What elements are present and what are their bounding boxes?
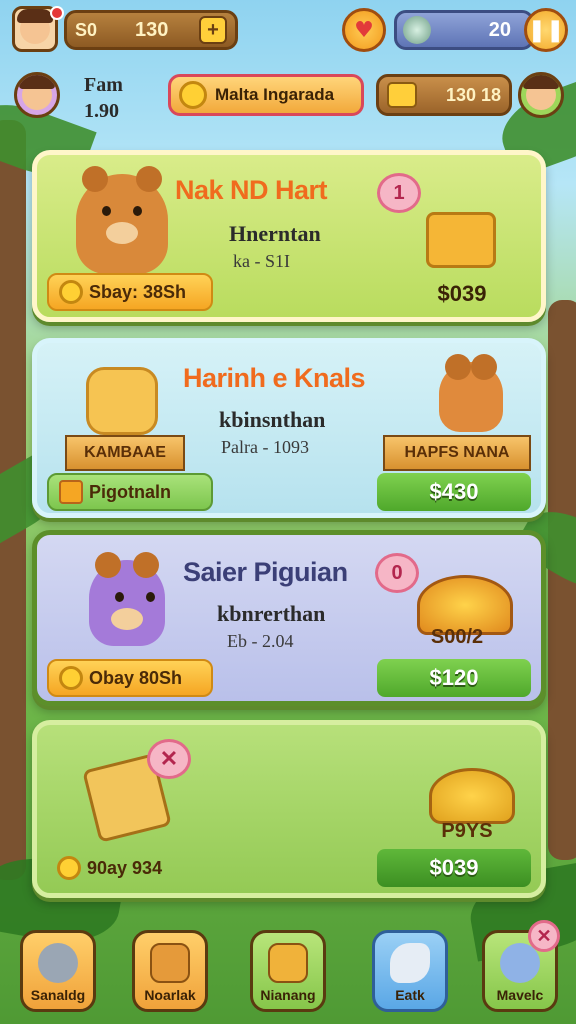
card-subtitle: Hnerntan: [229, 221, 321, 246]
shop-name-banner[interactable]: Malta Ingarada: [168, 74, 364, 116]
card-title: Harinh e Knals: [183, 363, 366, 393]
gem-icon: [403, 16, 431, 44]
nav-label: Eatk: [395, 987, 425, 1003]
mouse-character-art: [431, 354, 511, 437]
notification-dot: [50, 6, 64, 20]
flag-icon: [390, 943, 430, 983]
bell-icon: [38, 943, 78, 983]
price-button[interactable]: $430: [377, 473, 531, 511]
card-subtitle: kbinsnthan: [219, 407, 326, 432]
smile-coin-icon: [179, 81, 207, 109]
box-icon: [150, 943, 190, 983]
player-name: Fam: [84, 74, 123, 96]
card-meta: Palra - 1093: [221, 437, 309, 457]
player-value: 1.90: [84, 100, 119, 122]
nav-button-nianang[interactable]: Nianang: [250, 930, 326, 1012]
card-badge: 1: [377, 173, 421, 213]
offer-card-3[interactable]: Saier Piguian 0 kbnrerthan Eb - 2.04 S00…: [32, 530, 546, 706]
gift-icon: [59, 480, 83, 504]
chest-icon: [268, 943, 308, 983]
coin-counter: S0 130 +: [64, 10, 238, 50]
offer-card-2[interactable]: KAMBAAE Harinh e Knals kbinsnthan Palra …: [32, 338, 546, 518]
gift-basket-icon: [421, 181, 501, 269]
buy-tag[interactable]: 90ay 934: [47, 849, 197, 887]
bear-character-art: [67, 166, 177, 279]
card-meta: ka - S1I: [233, 251, 290, 271]
buy-label: Sbay: 38Sh: [89, 281, 187, 302]
plus-icon[interactable]: +: [199, 16, 227, 44]
offer-card-4[interactable]: ✕ P9YS 90ay 934 $039: [32, 720, 546, 898]
chest-counter: 130 18: [376, 74, 512, 116]
friend-avatar-left[interactable]: [14, 72, 60, 118]
nav-label: Mavelc: [496, 987, 544, 1003]
gem-counter: 20: [394, 10, 534, 50]
close-icon[interactable]: ✕: [147, 739, 191, 779]
gem-value: 20: [488, 18, 511, 41]
left-ribbon: KAMBAAE: [65, 435, 185, 471]
card-title: Nak ND Hart: [175, 175, 328, 205]
right-ribbon: HAPFS NANA: [383, 435, 531, 471]
buy-label: 90ay 934: [87, 857, 163, 878]
cat-character-art: [77, 361, 167, 441]
nav-label: Noarlak: [144, 987, 196, 1003]
pause-icon[interactable]: ❚❚: [524, 8, 568, 52]
price-label[interactable]: $039: [397, 275, 527, 313]
buy-tag[interactable]: Pigotnaln: [47, 473, 213, 511]
chest-value: 130 18: [445, 84, 501, 105]
buy-tag[interactable]: Sbay: 38Sh: [47, 273, 213, 311]
coin-label: S0: [75, 19, 98, 40]
price-button[interactable]: $039: [377, 849, 531, 887]
shop-name: Malta Ingarada: [215, 85, 335, 104]
coin-icon: [57, 856, 81, 880]
buy-label: Obay 80Sh: [89, 667, 183, 688]
purple-character-art: [77, 552, 177, 653]
heart-icon[interactable]: ♥: [342, 8, 386, 52]
gold-chest-icon: [387, 82, 417, 108]
offer-card-1[interactable]: Nak ND Hart 1 Hnerntan ka - S1I Sbay: 38…: [32, 150, 546, 322]
nav-label: Nianang: [260, 987, 316, 1003]
nav-button-eatk[interactable]: Eatk: [372, 930, 448, 1012]
nav-button-noarlak[interactable]: Noarlak: [132, 930, 208, 1012]
coin-icon: [59, 280, 83, 304]
reward-label: P9YS: [441, 819, 493, 842]
nav-label: Sanaldg: [30, 987, 86, 1003]
nav-button-sanaldg[interactable]: Sanaldg: [20, 930, 96, 1012]
price-button[interactable]: $120: [377, 659, 531, 697]
card-subtitle: kbnrerthan: [217, 601, 326, 626]
nav-close-icon[interactable]: ✕: [528, 920, 560, 952]
top-bar: S0 130 + ♥ 20 ❚❚ Fam 1.90 Malta Ingarada…: [0, 0, 576, 140]
coin-value: 130: [135, 18, 169, 41]
coin-icon: [59, 666, 83, 690]
buy-tag[interactable]: Obay 80Sh: [47, 659, 213, 697]
card-meta: Eb - 2.04: [227, 631, 294, 651]
friend-avatar-right[interactable]: [518, 72, 564, 118]
card-title: Saier Piguian: [183, 557, 348, 587]
reward-label: S00/2: [430, 625, 484, 648]
buy-label: Pigotnaln: [89, 481, 171, 502]
